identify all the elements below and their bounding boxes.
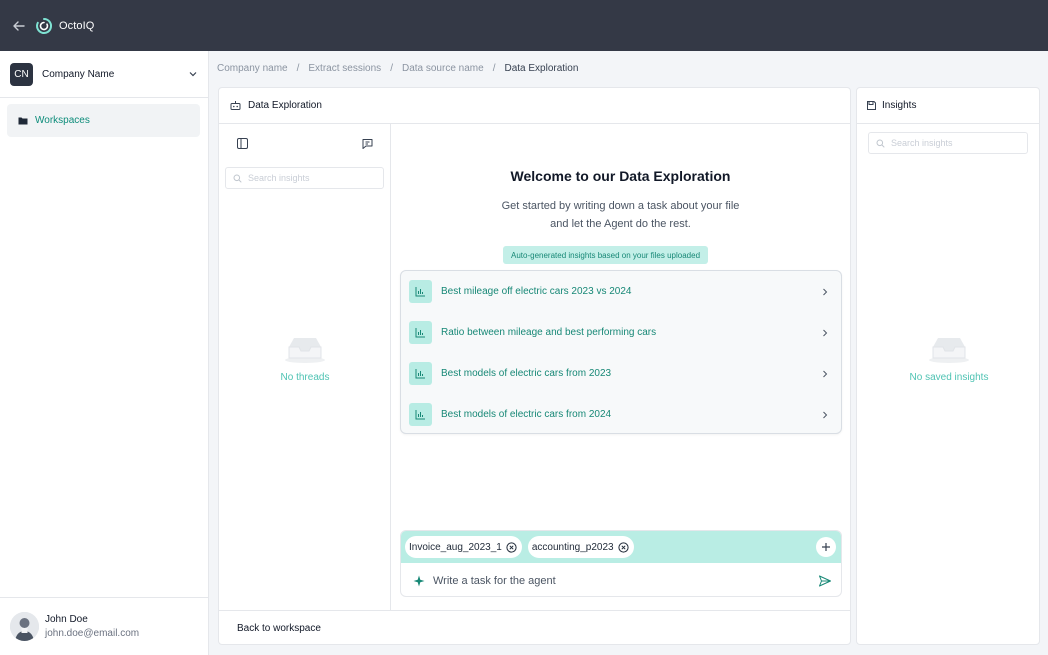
file-chip-label: Invoice_aug_2023_1 [409, 541, 502, 553]
panel-footer: Back to workspace [219, 610, 850, 645]
breadcrumb-company[interactable]: Company name [217, 63, 288, 74]
threads-empty-text: No threads [280, 372, 330, 383]
threads-column: No threads [219, 124, 391, 610]
breadcrumb-separator: / [296, 63, 300, 74]
breadcrumb-separator: / [390, 63, 393, 74]
insights-search-input[interactable] [891, 138, 1011, 148]
attached-files-bar: Invoice_aug_2023_1 accounting_p2023 [401, 531, 841, 563]
back-to-workspace-link[interactable]: Back to workspace [237, 623, 321, 634]
user-profile[interactable]: John Doe john.doe@email.com [0, 597, 208, 655]
avatar [10, 612, 39, 641]
suggestion-label: Best models of electric cars from 2024 [441, 409, 612, 420]
user-name: John Doe [45, 614, 88, 625]
threads-search-input[interactable] [248, 173, 368, 183]
suggestion-label: Best mileage off electric cars 2023 vs 2… [441, 286, 632, 297]
suggestion-item[interactable]: Best models of electric cars from 2024 [401, 394, 841, 435]
suggestion-item[interactable]: Best models of electric cars from 2023 [401, 353, 841, 394]
breadcrumb-extract-sessions[interactable]: Extract sessions [308, 63, 381, 74]
empty-tray-icon [929, 338, 969, 363]
chevron-right-icon [823, 411, 828, 418]
bar-chart-icon [409, 362, 432, 385]
task-input[interactable] [433, 574, 818, 587]
chevron-right-icon [823, 288, 828, 295]
sparkle-icon [413, 575, 425, 586]
data-exploration-panel: Data Exploration No threads Welcome to o… [218, 87, 851, 645]
threads-toolbar [219, 124, 390, 162]
threads-search[interactable] [225, 167, 384, 189]
user-email: john.doe@email.com [45, 628, 140, 639]
plus-icon [822, 543, 830, 551]
task-input-row [401, 563, 841, 596]
suggestion-item[interactable]: Best mileage off electric cars 2023 vs 2… [401, 271, 841, 312]
chat-area: Welcome to our Data Exploration Get star… [391, 124, 850, 610]
welcome-subtitle-line: and let the Agent do the rest. [550, 218, 691, 230]
auto-insights-badge: Auto-generated insights based on your fi… [503, 246, 709, 264]
insights-empty-state: No saved insights [897, 334, 1001, 383]
suggestion-label: Ratio between mileage and best performin… [441, 327, 657, 338]
panel-header: Data Exploration [219, 88, 850, 124]
save-icon [867, 101, 876, 110]
search-icon [233, 174, 242, 183]
add-file-button[interactable] [816, 537, 836, 557]
brand-name: OctoIQ [59, 19, 95, 32]
breadcrumb: Company name / Extract sessions / Data s… [217, 63, 578, 74]
sidebar-toggle-icon[interactable] [236, 137, 249, 150]
welcome-subtitle: Get started by writing down a task about… [391, 197, 850, 233]
chevron-right-icon [823, 370, 828, 377]
company-avatar: CN [10, 62, 33, 86]
suggestions-list: Best mileage off electric cars 2023 vs 2… [400, 270, 842, 434]
sidebar: CN Company Name Workspaces John Doe john… [0, 51, 209, 655]
search-icon [876, 139, 885, 148]
task-composer: Invoice_aug_2023_1 accounting_p2023 [400, 530, 842, 597]
suggestion-label: Best models of electric cars from 2023 [441, 368, 612, 379]
welcome-title: Welcome to our Data Exploration [510, 168, 731, 184]
bar-chart-icon [409, 280, 432, 303]
welcome-subtitle-line: Get started by writing down a task about… [501, 200, 740, 212]
breadcrumb-separator: / [492, 63, 496, 74]
insights-panel: Insights No saved insights [856, 87, 1040, 645]
octoiq-logo-icon [35, 17, 53, 35]
bar-chart-icon [409, 321, 432, 344]
empty-tray-icon [285, 338, 325, 363]
top-bar: OctoIQ [0, 0, 1048, 51]
robot-icon [230, 101, 241, 110]
chevron-right-icon [823, 329, 828, 336]
chevron-down-icon [189, 72, 197, 77]
send-icon[interactable] [818, 574, 832, 588]
file-chip[interactable]: accounting_p2023 [527, 536, 634, 558]
insights-empty-text: No saved insights [909, 372, 989, 383]
remove-file-icon[interactable] [618, 541, 629, 553]
breadcrumb-data-source[interactable]: Data source name [402, 63, 484, 74]
file-chip[interactable]: Invoice_aug_2023_1 [405, 536, 522, 558]
panel-title: Data Exploration [248, 100, 322, 111]
back-arrow-icon[interactable] [9, 16, 29, 36]
sidebar-item-workspaces[interactable]: Workspaces [7, 104, 200, 137]
insights-header: Insights [857, 88, 1039, 124]
threads-empty-state: No threads [259, 334, 351, 383]
new-thread-icon[interactable] [361, 137, 374, 150]
remove-file-icon[interactable] [506, 541, 517, 553]
file-chip-label: accounting_p2023 [531, 541, 614, 553]
sidebar-item-label: Workspaces [35, 115, 90, 126]
insights-title: Insights [882, 100, 917, 111]
bar-chart-icon [409, 403, 432, 426]
company-selector[interactable]: CN Company Name [0, 51, 208, 98]
company-name: Company Name [42, 68, 115, 80]
folder-icon [18, 117, 28, 125]
breadcrumb-current: Data Exploration [504, 63, 579, 74]
suggestion-item[interactable]: Ratio between mileage and best performin… [401, 312, 841, 353]
insights-search[interactable] [868, 132, 1028, 154]
